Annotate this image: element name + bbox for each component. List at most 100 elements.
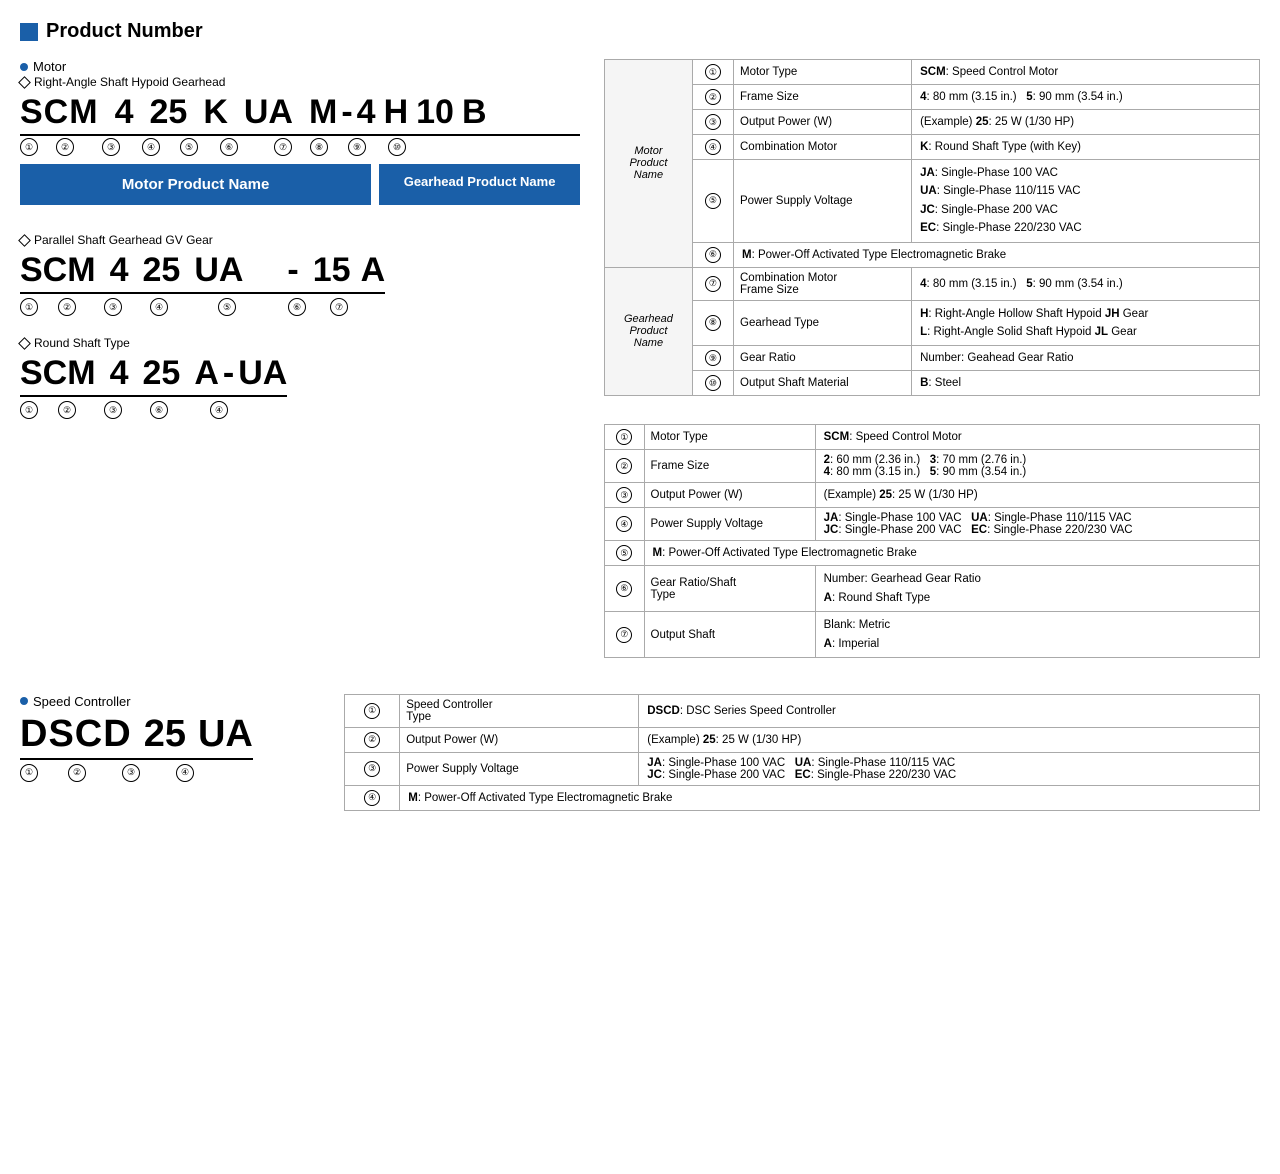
parallel-label: Parallel Shaft Gearhead GV Gear bbox=[20, 233, 580, 247]
t3-circle-4: ④ bbox=[345, 785, 400, 810]
t2-gear-ratio-shaft-value: Number: Gearhead Gear Ratio A: Round Sha… bbox=[815, 566, 1259, 612]
sc-circles-row: ① ② ③ ④ bbox=[20, 764, 320, 782]
c3: ③ bbox=[102, 138, 120, 156]
pn-ua: UA bbox=[244, 93, 293, 132]
table-row: ② Output Power (W) (Example) 25: 25 W (1… bbox=[345, 727, 1260, 752]
table-row: MotorProductName ① Motor Type SCM: Speed… bbox=[605, 60, 1260, 85]
diamond-icon-3 bbox=[18, 337, 31, 350]
main-layout: Motor Right-Angle Shaft Hypoid Gearhead … bbox=[20, 59, 1260, 658]
table-row: ⑩ Output Shaft Material B: Steel bbox=[605, 371, 1260, 396]
circle-8: ⑧ bbox=[692, 300, 733, 346]
bottom-left: Speed Controller DSCD 25 UA ① ② ③ ④ bbox=[20, 694, 320, 782]
table-row: ④ Power Supply Voltage JA: Single-Phase … bbox=[605, 508, 1260, 541]
t2-frame-size-value: 2: 60 mm (2.36 in.) 3: 70 mm (2.76 in.) … bbox=[815, 450, 1259, 483]
bottom-right: ① Speed ControllerType DSCD: DSC Series … bbox=[344, 694, 1260, 811]
psu-voltage-value: JA: Single-Phase 100 VAC UA: Single-Phas… bbox=[912, 160, 1260, 243]
table-row: ⑨ Gear Ratio Number: Geahead Gear Ratio bbox=[605, 346, 1260, 371]
motor-type-value: SCM: Speed Control Motor bbox=[912, 60, 1260, 85]
pn-25: 25 bbox=[149, 93, 187, 132]
output-shaft-mat-value: B: Steel bbox=[912, 371, 1260, 396]
t2-frame-size-label: Frame Size bbox=[644, 450, 815, 483]
t3-sc-type-label: Speed ControllerType bbox=[400, 694, 639, 727]
gearhead-product-label: GearheadProductName bbox=[605, 267, 693, 396]
round-circles-row: ① ② ③ ⑥ ④ bbox=[20, 401, 580, 419]
table-row: ⑤ Power Supply Voltage JA: Single-Phase … bbox=[605, 160, 1260, 243]
t2-circle-4: ④ bbox=[605, 508, 645, 541]
table-row: ③ Output Power (W) (Example) 25: 25 W (1… bbox=[605, 483, 1260, 508]
combo-frame-label: Combination MotorFrame Size bbox=[734, 267, 912, 300]
table-row: GearheadProductName ⑦ Combination MotorF… bbox=[605, 267, 1260, 300]
t3-psu-label: Power Supply Voltage bbox=[400, 752, 639, 785]
t3-brake-value: M: Power-Off Activated Type Electromagne… bbox=[400, 785, 1260, 810]
sc-bullet-label: Speed Controller bbox=[20, 694, 320, 709]
t3-psu-value: JA: Single-Phase 100 VAC UA: Single-Phas… bbox=[639, 752, 1260, 785]
output-shaft-mat-label: Output Shaft Material bbox=[734, 371, 912, 396]
motor-bullet-dot bbox=[20, 63, 28, 71]
table-row: ① Speed ControllerType DSCD: DSC Series … bbox=[345, 694, 1260, 727]
t2-circle-3: ③ bbox=[605, 483, 645, 508]
parallel-section: Parallel Shaft Gearhead GV Gear SCM 4 25… bbox=[20, 233, 580, 316]
pn-scm: SCM bbox=[20, 93, 99, 132]
t3-output-power-value: (Example) 25: 25 W (1/30 HP) bbox=[639, 727, 1260, 752]
pn-m: M bbox=[309, 93, 337, 132]
t3-output-power-label: Output Power (W) bbox=[400, 727, 639, 752]
left-column: Motor Right-Angle Shaft Hypoid Gearhead … bbox=[20, 59, 580, 419]
hypoid-pn-line: SCM 4 25 K UA M - 4 H 10 B bbox=[20, 93, 580, 136]
c5: ⑤ bbox=[180, 138, 198, 156]
sc-table: ① Speed ControllerType DSCD: DSC Series … bbox=[344, 694, 1260, 811]
frame-size-value: 4: 80 mm (3.15 in.) 5: 90 mm (3.54 in.) bbox=[912, 85, 1260, 110]
t3-circle-3: ③ bbox=[345, 752, 400, 785]
c6: ⑥ bbox=[220, 138, 238, 156]
hypoid-table: MotorProductName ① Motor Type SCM: Speed… bbox=[604, 59, 1260, 396]
circle-5: ⑤ bbox=[692, 160, 733, 243]
table-row: ⑥ M: Power-Off Activated Type Electromag… bbox=[605, 242, 1260, 267]
t3-circle-1: ① bbox=[345, 694, 400, 727]
round-shaft-label: Round Shaft Type bbox=[20, 336, 580, 350]
circle-6: ⑥ bbox=[692, 242, 733, 267]
gear-ratio-value: Number: Geahead Gear Ratio bbox=[912, 346, 1260, 371]
parallel-table: ① Motor Type SCM: Speed Control Motor ② … bbox=[604, 424, 1260, 658]
hypoid-circles-row: ① ② ③ ④ ⑤ ⑥ ⑦ ⑧ ⑨ ⑩ bbox=[20, 138, 580, 156]
c8: ⑧ bbox=[310, 138, 328, 156]
t2-gear-ratio-shaft-label: Gear Ratio/ShaftType bbox=[644, 566, 815, 612]
t2-circle-5: ⑤ bbox=[605, 541, 645, 566]
circle-10: ⑩ bbox=[692, 371, 733, 396]
pn-k: K bbox=[203, 93, 228, 132]
c9: ⑨ bbox=[348, 138, 366, 156]
t2-psu-label: Power Supply Voltage bbox=[644, 508, 815, 541]
sc-bullet-dot bbox=[20, 697, 28, 705]
hypoid-product-number: SCM 4 25 K UA M - 4 H 10 B bbox=[20, 93, 580, 156]
c7: ⑦ bbox=[274, 138, 292, 156]
t2-psu-value: JA: Single-Phase 100 VAC UA: Single-Phas… bbox=[815, 508, 1259, 541]
diamond-icon-2 bbox=[18, 234, 31, 247]
pn-10: 10 bbox=[416, 93, 454, 132]
table-row: ③ Output Power (W) (Example) 25: 25 W (1… bbox=[605, 110, 1260, 135]
pn-h: H bbox=[384, 93, 409, 132]
gear-ratio-label: Gear Ratio bbox=[734, 346, 912, 371]
table-row: ③ Power Supply Voltage JA: Single-Phase … bbox=[345, 752, 1260, 785]
table-row: ② Frame Size 4: 80 mm (3.15 in.) 5: 90 m… bbox=[605, 85, 1260, 110]
motor-product-name-box: Motor Product Name bbox=[20, 164, 371, 205]
parallel-circles-row: ① ② ③ ④ ⑤ ⑥ ⑦ bbox=[20, 298, 580, 316]
c10: ⑩ bbox=[388, 138, 406, 156]
t2-circle-1: ① bbox=[605, 425, 645, 450]
table-row: ② Frame Size 2: 60 mm (2.36 in.) 3: 70 m… bbox=[605, 450, 1260, 483]
motor-product-label: MotorProductName bbox=[605, 60, 693, 268]
t2-output-shaft-value: Blank: Metric A: Imperial bbox=[815, 612, 1259, 658]
brake-value: M: Power-Off Activated Type Electromagne… bbox=[734, 242, 1260, 267]
frame-size-label: Frame Size bbox=[734, 85, 912, 110]
t2-circle-2: ② bbox=[605, 450, 645, 483]
table-row: ⑥ Gear Ratio/ShaftType Number: Gearhead … bbox=[605, 566, 1260, 612]
circle-7: ⑦ bbox=[692, 267, 733, 300]
t2-motor-type-value: SCM: Speed Control Motor bbox=[815, 425, 1259, 450]
c4: ④ bbox=[142, 138, 160, 156]
t2-circle-6: ⑥ bbox=[605, 566, 645, 612]
gearhead-type-label: Gearhead Type bbox=[734, 300, 912, 346]
c2: ② bbox=[56, 138, 74, 156]
pn-4h: 4 bbox=[357, 93, 376, 132]
right-angle-label: Right-Angle Shaft Hypoid Gearhead bbox=[20, 75, 580, 89]
psu-voltage-label: Power Supply Voltage bbox=[734, 160, 912, 243]
right-column: MotorProductName ① Motor Type SCM: Speed… bbox=[604, 59, 1260, 658]
sc-pn-line: DSCD 25 UA bbox=[20, 713, 253, 760]
round-pn-line: SCM 4 25 A - UA bbox=[20, 354, 287, 397]
